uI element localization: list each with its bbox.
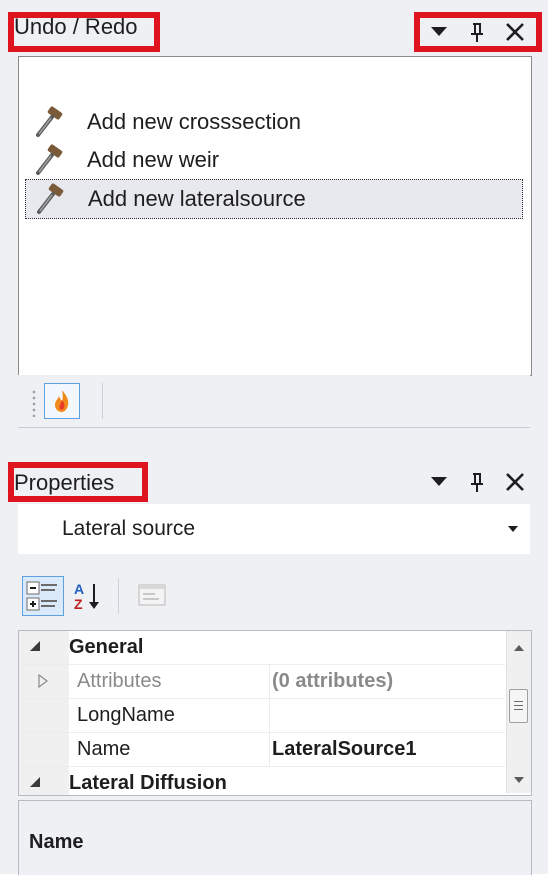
property-description-pane: Name xyxy=(18,800,532,875)
grip-lines-icon xyxy=(514,701,523,710)
vertical-scrollbar[interactable] xyxy=(506,631,531,793)
flame-icon xyxy=(55,390,69,412)
properties-window-controls xyxy=(420,462,534,502)
toolbar-separator xyxy=(118,578,119,614)
categorized-icon xyxy=(26,581,57,611)
undo-item-label: Add new weir xyxy=(87,147,220,172)
svg-text:A: A xyxy=(74,581,84,597)
undo-history-list: Add new crosssection Add new weir Add ne… xyxy=(18,56,532,376)
pin-button[interactable] xyxy=(458,462,496,502)
property-name: Name xyxy=(77,738,131,760)
scroll-up-icon[interactable] xyxy=(514,645,524,651)
property-name: LongName xyxy=(77,704,175,726)
alphabetical-sort-icon: A Z xyxy=(74,581,99,612)
properties-titlebar: Properties xyxy=(0,440,548,502)
category-row-general[interactable]: General xyxy=(19,631,505,665)
chevron-down-icon xyxy=(508,526,518,532)
title-highlight-box xyxy=(8,462,148,502)
categorized-button[interactable] xyxy=(22,576,64,616)
properties-toolbar: A Z xyxy=(18,570,530,622)
toolbar-grip[interactable] xyxy=(32,389,36,417)
description-title: Name xyxy=(29,831,84,853)
undo-list-item[interactable]: Add new crosssection xyxy=(25,103,521,141)
object-selector-combobox[interactable]: Lateral source xyxy=(18,504,530,554)
dropdown-button[interactable] xyxy=(420,462,458,502)
property-pages-icon xyxy=(138,584,166,606)
scrollbar-thumb[interactable] xyxy=(509,689,528,723)
property-value-input[interactable]: LateralSource1 xyxy=(269,733,505,766)
undo-redo-titlebar: Undo / Redo xyxy=(0,0,548,56)
property-grid: General Attributes (0 attributes) LongNa… xyxy=(18,630,532,796)
undo-list-item-selected[interactable]: Add new lateralsource xyxy=(25,179,523,219)
undo-redo-panel: Undo / Redo Add new crosssection Add new… xyxy=(0,0,548,440)
title-highlight-box xyxy=(8,12,160,52)
undo-list-item[interactable]: Add new weir xyxy=(25,141,521,179)
property-name: Attributes xyxy=(77,670,162,692)
gavel-icon xyxy=(37,183,64,214)
close-button[interactable] xyxy=(496,462,534,502)
clear-history-button[interactable] xyxy=(44,383,80,419)
gavel-icon xyxy=(36,144,63,175)
category-row-lateral-diffusion[interactable]: Lateral Diffusion xyxy=(19,767,505,795)
object-selector-value: Lateral source xyxy=(62,517,196,540)
undo-toolbar xyxy=(18,375,530,428)
expand-triangle-icon[interactable] xyxy=(37,674,49,688)
scroll-down-icon[interactable] xyxy=(514,777,524,783)
property-value: (0 attributes) xyxy=(269,665,505,698)
toolbar-separator xyxy=(102,383,103,419)
undo-item-label: Add new crosssection xyxy=(87,109,301,134)
property-row-attributes[interactable]: Attributes (0 attributes) xyxy=(19,665,505,699)
close-icon xyxy=(506,473,524,491)
category-label: Lateral Diffusion xyxy=(69,772,227,794)
category-label: General xyxy=(69,636,144,658)
property-value-input[interactable] xyxy=(269,699,505,732)
collapse-triangle-icon[interactable] xyxy=(29,776,41,788)
property-row-name[interactable]: Name LateralSource1 xyxy=(19,733,505,767)
svg-text:Z: Z xyxy=(74,596,83,612)
property-pages-button[interactable] xyxy=(132,576,174,616)
property-row-longname[interactable]: LongName xyxy=(19,699,505,733)
undo-item-label: Add new lateralsource xyxy=(88,186,306,211)
collapse-triangle-icon[interactable] xyxy=(29,640,41,652)
alphabetical-sort-button[interactable]: A Z xyxy=(68,576,110,616)
controls-highlight-box xyxy=(414,12,542,52)
chevron-down-icon xyxy=(431,477,447,486)
pin-icon xyxy=(471,473,483,492)
gavel-icon xyxy=(36,106,63,137)
